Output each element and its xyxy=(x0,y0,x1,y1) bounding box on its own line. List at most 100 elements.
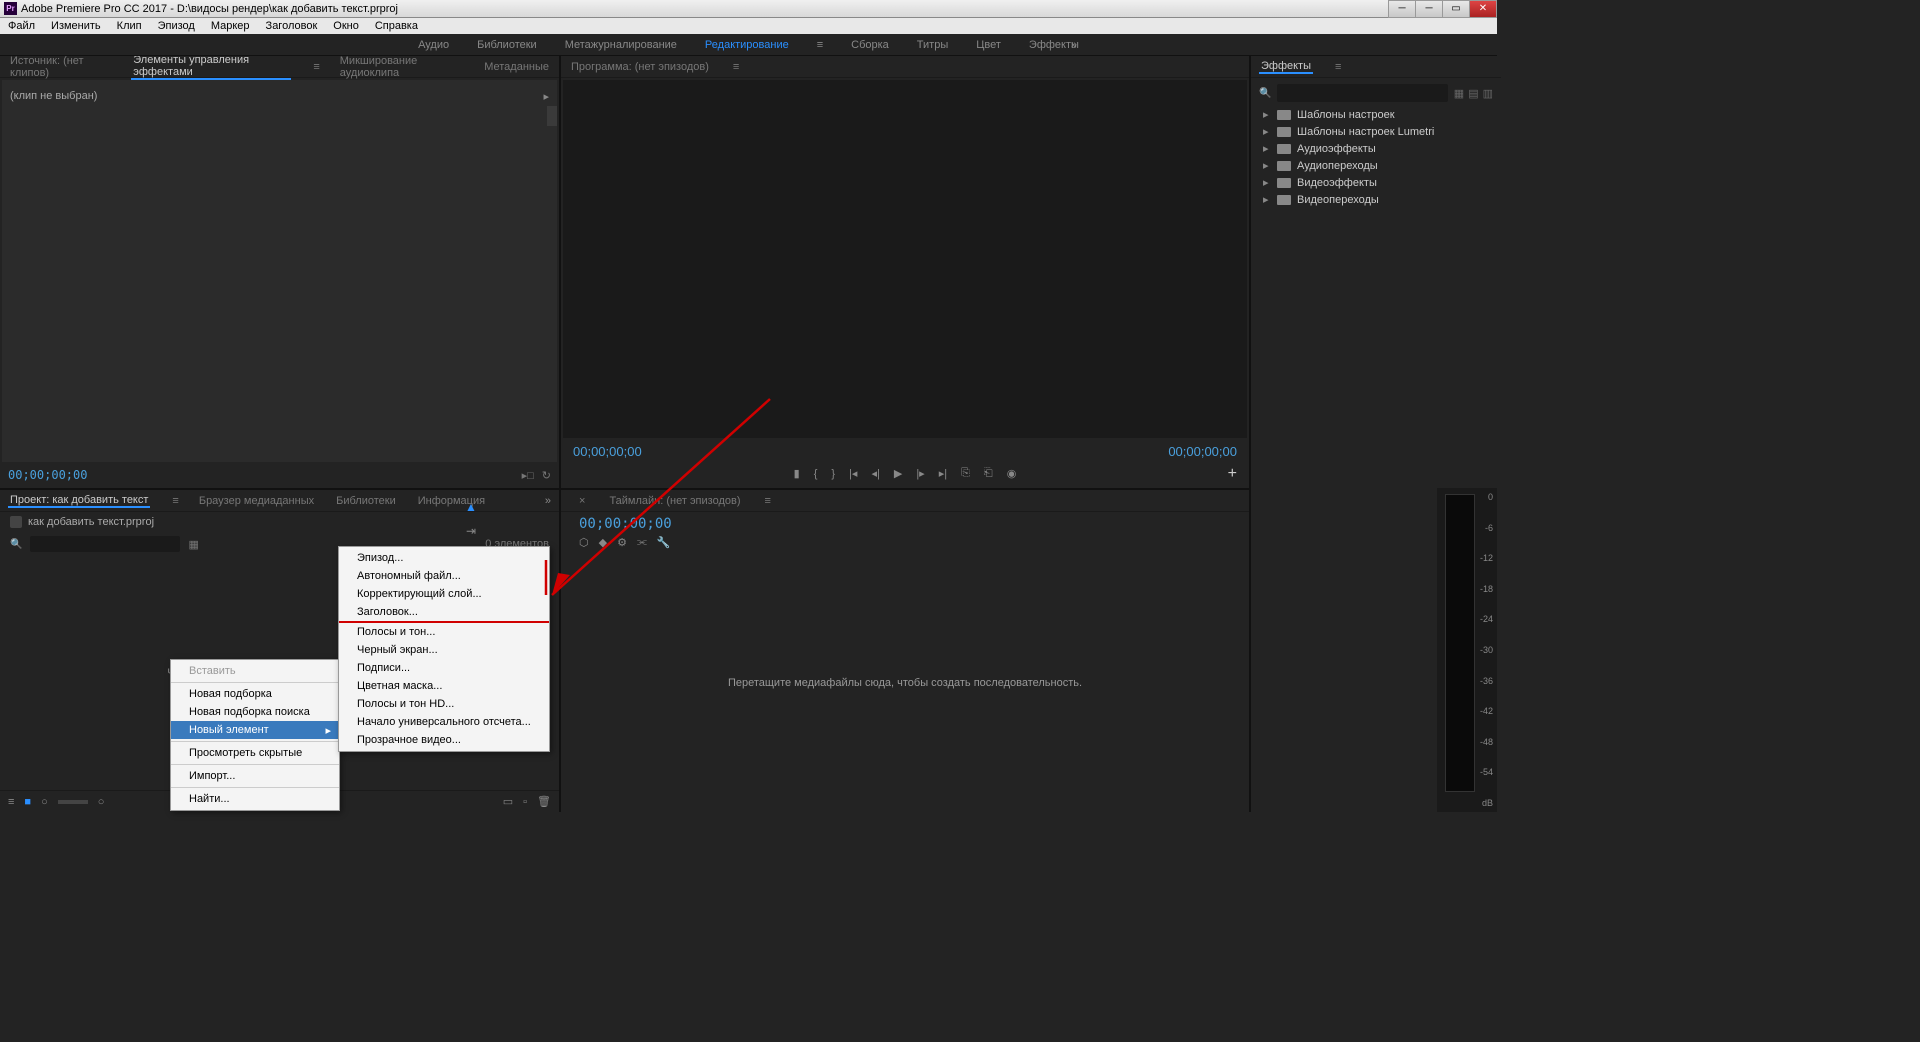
menu-item-эпизод[interactable]: Эпизод xyxy=(150,20,203,32)
tl-settings-icon[interactable]: ⚙ xyxy=(617,536,627,549)
ctx-new-item-7[interactable]: Цветная маска... xyxy=(339,677,549,695)
ctx-item-8[interactable]: Импорт... xyxy=(171,767,339,785)
tl-snap-icon[interactable]: ⬡ xyxy=(579,536,589,549)
ctx-new-item-3[interactable]: Заголовок... xyxy=(339,603,549,623)
delete-icon[interactable]: 🗑 xyxy=(537,795,551,808)
workspace-3[interactable]: Редактирование xyxy=(705,39,789,51)
project-filter-icon[interactable]: ▦ xyxy=(188,538,198,551)
ctx-item-2[interactable]: Новая подборка xyxy=(171,685,339,703)
ctx-new-item-2[interactable]: Корректирующий слой... xyxy=(339,585,549,603)
project-overflow-icon[interactable]: » xyxy=(545,495,551,507)
menu-item-справка[interactable]: Справка xyxy=(367,20,426,32)
zoom-out-icon[interactable]: ○ xyxy=(41,796,48,808)
lift-icon[interactable]: ⎘ xyxy=(961,467,970,480)
effects-folder-1[interactable]: ▸Шаблоны настроек Lumetri xyxy=(1255,123,1497,140)
ctx-new-item-6[interactable]: Подписи... xyxy=(339,659,549,677)
ctx-item-10[interactable]: Найти... xyxy=(171,790,339,808)
source-button-1-icon[interactable]: ▸□ xyxy=(522,469,534,482)
twirl-icon[interactable]: ▸ xyxy=(1263,108,1271,121)
workspace-2[interactable]: Метажурналирование xyxy=(565,39,677,51)
project-tab-menu-icon[interactable]: ≡ xyxy=(172,495,178,507)
step-back-icon[interactable]: ◂| xyxy=(871,467,879,480)
new-bin-icon[interactable]: ▭ xyxy=(503,795,513,808)
effects-folder-4[interactable]: ▸Видеоэффекты xyxy=(1255,174,1497,191)
effects-search-input[interactable] xyxy=(1277,84,1447,102)
maximize-button[interactable]: ▭ xyxy=(1442,0,1470,18)
go-to-in-icon[interactable]: |◂ xyxy=(849,467,857,480)
zoom-in-icon[interactable]: ○ xyxy=(98,796,105,808)
extract-icon[interactable]: ⎗ xyxy=(984,467,993,480)
effects-filter-1-icon[interactable]: ▦ xyxy=(1454,87,1464,100)
marker-icon[interactable]: ▮ xyxy=(794,467,800,480)
workspace-overflow-icon[interactable]: » xyxy=(1071,39,1077,51)
effects-filter-3-icon[interactable]: ▥ xyxy=(1483,87,1493,100)
ctx-new-item-9[interactable]: Начало универсального отсчета... xyxy=(339,713,549,731)
effect-scrollbar[interactable] xyxy=(547,106,557,126)
ctx-new-item-10[interactable]: Прозрачное видео... xyxy=(339,731,549,749)
minimize-secondary-button[interactable]: ─ xyxy=(1388,0,1416,18)
timeline-panel-menu-icon[interactable]: ≡ xyxy=(765,495,771,507)
timeline-tab[interactable]: Таймлайн: (нет эпизодов) xyxy=(607,495,742,507)
track-select-tool-icon[interactable]: ⇥ xyxy=(466,524,476,538)
source-tab-menu-icon[interactable]: ≡ xyxy=(313,61,319,73)
out-point-icon[interactable]: } xyxy=(831,468,835,480)
workspace-0[interactable]: Аудио xyxy=(418,39,449,51)
ctx-item-6[interactable]: Просмотреть скрытые xyxy=(171,744,339,762)
twirl-icon[interactable]: ▸ xyxy=(1263,125,1271,138)
go-to-out-icon[interactable]: ▸| xyxy=(939,467,947,480)
effects-folder-5[interactable]: ▸Видеопереходы xyxy=(1255,191,1497,208)
source-tab-1[interactable]: Элементы управления эффектами xyxy=(131,56,291,80)
zoom-slider[interactable] xyxy=(58,800,88,804)
menu-item-клип[interactable]: Клип xyxy=(109,20,150,32)
source-button-2-icon[interactable]: ↻ xyxy=(542,469,551,482)
ctx-new-item-8[interactable]: Полосы и тон HD... xyxy=(339,695,549,713)
menu-item-изменить[interactable]: Изменить xyxy=(43,20,109,32)
twirl-icon[interactable]: ▸ xyxy=(1263,142,1271,155)
menu-item-маркер[interactable]: Маркер xyxy=(203,20,258,32)
tl-wrench-icon[interactable]: 🔧 xyxy=(657,536,671,549)
source-tab-0[interactable]: Источник: (нет клипов) xyxy=(8,56,113,79)
in-point-icon[interactable]: { xyxy=(814,468,818,480)
add-button-icon[interactable]: + xyxy=(1228,465,1237,483)
workspace-6[interactable]: Цвет xyxy=(976,39,1001,51)
effects-tab[interactable]: Эффекты xyxy=(1259,60,1313,74)
ctx-item-4[interactable]: Новый элемент▸ xyxy=(171,721,339,739)
list-view-icon[interactable]: ≡ xyxy=(8,796,14,808)
ctx-new-item-4[interactable]: Полосы и тон... xyxy=(339,623,549,641)
menu-item-заголовок[interactable]: Заголовок xyxy=(258,20,326,32)
project-search-input[interactable] xyxy=(30,536,180,552)
ctx-new-item-0[interactable]: Эпизод... xyxy=(339,549,549,567)
timeline-drop-area[interactable]: Перетащите медиафайлы сюда, чтобы создат… xyxy=(561,553,1249,812)
effects-filter-2-icon[interactable]: ▤ xyxy=(1468,87,1478,100)
tl-link-icon[interactable]: ⫘ xyxy=(637,536,647,549)
workspace-5[interactable]: Титры xyxy=(917,39,948,51)
menu-item-окно[interactable]: Окно xyxy=(325,20,367,32)
source-tab-2[interactable]: Микширование аудиоклипа xyxy=(338,56,464,79)
ctx-new-item-1[interactable]: Автономный файл... xyxy=(339,567,549,585)
ctx-item-3[interactable]: Новая подборка поиска xyxy=(171,703,339,721)
project-tab-2[interactable]: Библиотеки xyxy=(334,495,398,507)
twirl-icon[interactable]: ▸ xyxy=(1263,159,1271,172)
icon-view-icon[interactable]: ■ xyxy=(24,796,31,808)
tl-marker-icon[interactable]: ◆ xyxy=(599,536,607,549)
program-panel-menu-icon[interactable]: ≡ xyxy=(733,61,739,73)
ctx-new-item-5[interactable]: Черный экран... xyxy=(339,641,549,659)
export-frame-icon[interactable]: ◉ xyxy=(1007,467,1017,480)
twirl-icon[interactable]: ▸ xyxy=(1263,193,1271,206)
new-item-icon[interactable]: ▫ xyxy=(523,796,527,808)
play-icon[interactable]: ▶ xyxy=(894,467,902,480)
effect-nav-arrow-icon[interactable]: ▸ xyxy=(543,90,549,103)
minimize-button[interactable]: ─ xyxy=(1415,0,1443,18)
effects-folder-0[interactable]: ▸Шаблоны настроек xyxy=(1255,106,1497,123)
selection-tool-icon[interactable]: ▲ xyxy=(465,500,477,514)
effects-panel-menu-icon[interactable]: ≡ xyxy=(1335,61,1341,73)
effects-folder-2[interactable]: ▸Аудиоэффекты xyxy=(1255,140,1497,157)
step-forward-icon[interactable]: |▸ xyxy=(916,467,924,480)
twirl-icon[interactable]: ▸ xyxy=(1263,176,1271,189)
effects-folder-3[interactable]: ▸Аудиопереходы xyxy=(1255,157,1497,174)
program-tab[interactable]: Программа: (нет эпизодов) xyxy=(569,61,711,73)
source-tab-3[interactable]: Метаданные xyxy=(482,61,551,73)
close-button[interactable]: ✕ xyxy=(1469,0,1497,18)
project-tab-0[interactable]: Проект: как добавить текст xyxy=(8,494,150,508)
project-tab-1[interactable]: Браузер медиаданных xyxy=(197,495,316,507)
